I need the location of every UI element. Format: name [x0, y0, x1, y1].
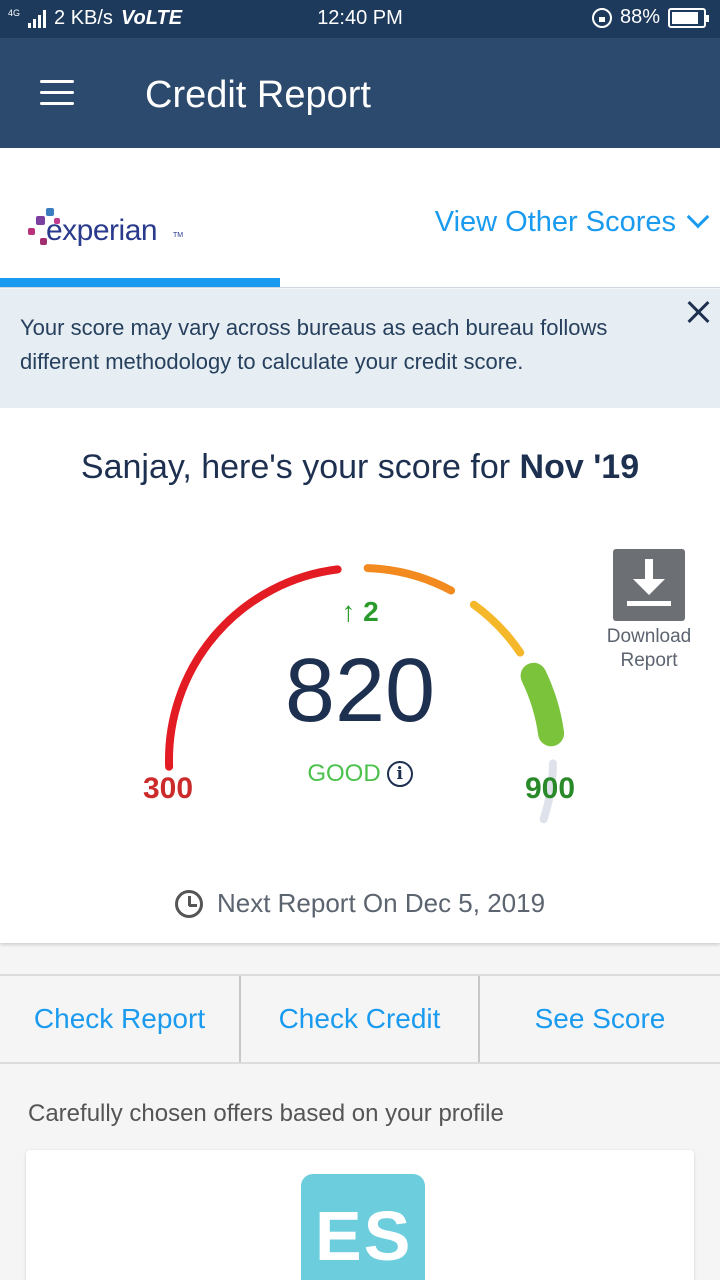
- download-label-line2: Report: [620, 650, 678, 671]
- see-score-button[interactable]: See Score: [480, 976, 720, 1062]
- action-row: Check Report Check Credit See Score: [0, 974, 720, 1064]
- score-card: Sanjay, here's your score for Nov '19 ↑ …: [0, 408, 720, 943]
- score-min-label: 300: [142, 772, 194, 805]
- score-change: ↑ 2: [310, 596, 410, 628]
- offer-card[interactable]: ES: [26, 1150, 694, 1280]
- tab-indicator: [0, 278, 280, 287]
- rotation-lock-icon: [591, 7, 612, 28]
- next-report-info: Next Report On Dec 5, 2019: [0, 888, 720, 919]
- view-other-scores-button[interactable]: View Other Scores: [434, 205, 710, 239]
- check-credit-button[interactable]: Check Credit: [241, 976, 480, 1062]
- bureau-tabs: experian TM View Other Scores: [0, 148, 720, 288]
- hamburger-menu-icon[interactable]: [40, 80, 74, 106]
- download-icon: [613, 549, 685, 621]
- battery-percent: 88%: [619, 6, 660, 28]
- check-report-button[interactable]: Check Report: [0, 976, 241, 1062]
- next-report-label: Next Report On Dec 5, 2019: [216, 888, 546, 918]
- info-banner: Your score may vary across bureaus as ea…: [0, 289, 720, 408]
- score-change-value: 2: [363, 596, 379, 627]
- gauge-segment-orange: [363, 564, 456, 595]
- download-report-label: Download Report: [594, 625, 704, 673]
- clock-icon: [174, 889, 203, 918]
- offer-logo-text: ES: [315, 1197, 413, 1275]
- battery-fill: [672, 11, 699, 24]
- score-max-label: 900: [524, 772, 576, 805]
- experian-logo[interactable]: experian TM: [28, 208, 188, 258]
- download-report-button[interactable]: Download Report: [594, 549, 704, 673]
- page-title: Credit Report: [145, 74, 371, 116]
- experian-tm: TM: [173, 232, 184, 239]
- gauge-segment-green: [520, 662, 565, 747]
- arrow-up-icon: ↑: [341, 596, 356, 627]
- credit-score-value: 820: [284, 641, 436, 741]
- score-rating-label: GOOD: [307, 760, 381, 787]
- close-icon[interactable]: [686, 299, 710, 323]
- download-label-line1: Download: [606, 626, 692, 647]
- offer-logo: ES: [301, 1174, 425, 1280]
- battery-icon: [668, 7, 709, 28]
- offers-heading: Carefully chosen offers based on your pr…: [28, 1100, 504, 1127]
- app-bar: Credit Report: [0, 38, 720, 148]
- experian-logo-text: experian: [46, 214, 158, 247]
- chevron-down-icon: [686, 205, 710, 228]
- info-icon[interactable]: i: [386, 761, 413, 787]
- view-other-scores-label: View Other Scores: [434, 206, 676, 238]
- status-right: 88%: [591, 6, 709, 29]
- info-banner-text: Your score may vary across bureaus as ea…: [20, 315, 608, 374]
- next-report-date: Dec 5, 2019: [404, 888, 546, 918]
- score-rating: GOOD i: [260, 760, 460, 788]
- status-bar: 4G 2 KB/s VoLTE 12:40 PM 88%: [0, 0, 720, 38]
